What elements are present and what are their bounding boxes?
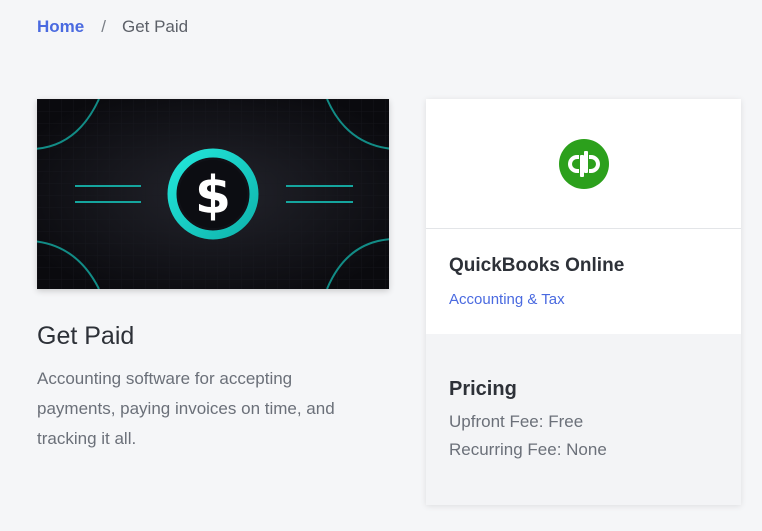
svg-text:$: $ — [195, 166, 231, 226]
breadcrumb: Home / Get Paid — [37, 17, 188, 37]
category-link[interactable]: Accounting & Tax — [449, 291, 565, 308]
breadcrumb-current: Get Paid — [121, 17, 189, 36]
product-card: QuickBooks Online Accounting & Tax Prici… — [426, 99, 741, 505]
app-hero-image: $ — [37, 99, 389, 289]
dollar-sign-icon: $ — [37, 99, 389, 289]
product-logo-area — [426, 99, 741, 229]
product-name: QuickBooks Online — [449, 255, 625, 276]
app-title: Get Paid — [37, 322, 135, 350]
breadcrumb-home-link[interactable]: Home — [37, 17, 84, 37]
pricing-heading: Pricing — [449, 378, 517, 400]
pricing-section: Pricing Upfront Fee: Free Recurring Fee:… — [426, 334, 741, 464]
upfront-fee: Upfront Fee: Free — [449, 412, 584, 431]
product-info: QuickBooks Online Accounting & Tax — [426, 229, 741, 334]
app-description: Accounting software for accepting paymen… — [37, 369, 335, 448]
recurring-fee: Recurring Fee: None — [449, 440, 607, 459]
quickbooks-logo-icon — [558, 138, 609, 189]
breadcrumb-separator: / — [101, 17, 106, 36]
